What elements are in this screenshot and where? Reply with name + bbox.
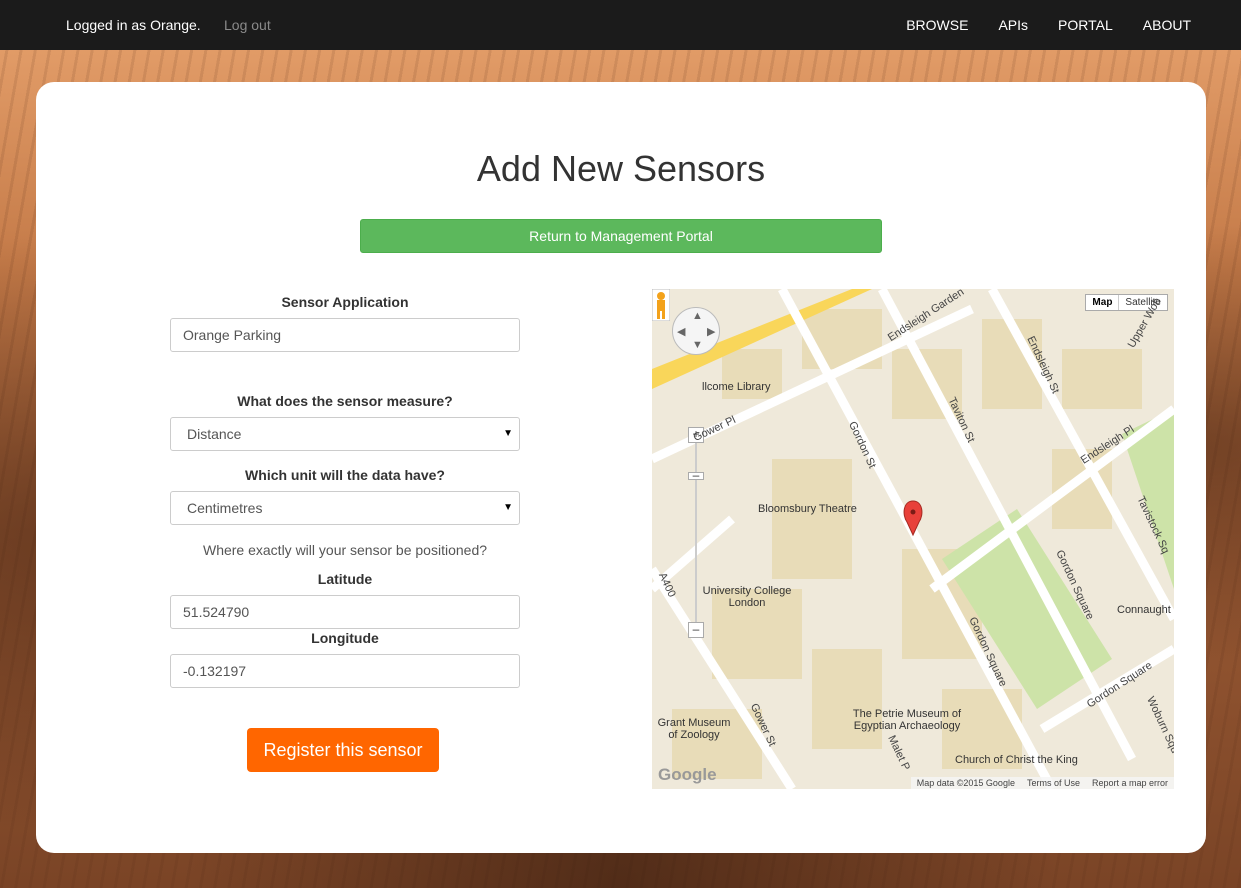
nav-apis[interactable]: APIs	[998, 17, 1028, 33]
nav-browse[interactable]: BROWSE	[906, 17, 968, 33]
register-sensor-button[interactable]: Register this sensor	[247, 728, 439, 772]
logged-in-user: Logged in as Orange.	[66, 17, 201, 33]
measure-select[interactable]: Distance ▼	[170, 417, 520, 451]
zoom-slider-handle[interactable]: –	[688, 469, 704, 481]
map-label-petrie: The Petrie Museum of Egyptian Archaeolog…	[852, 708, 962, 732]
latitude-input[interactable]: 51.524790	[170, 595, 520, 629]
pan-left-icon: ◀	[677, 326, 686, 338]
measure-label: What does the sensor measure?	[237, 393, 453, 409]
page-title: Add New Sensors	[476, 148, 766, 189]
main-card: Add New Sensors Return to Management Por…	[36, 82, 1206, 853]
map-label-church: Church of Christ the King	[955, 754, 1078, 766]
pegman-icon[interactable]	[652, 289, 670, 321]
map-label-library: llcome Library	[702, 381, 771, 393]
top-navbar: Logged in as Orange. Log out BROWSE APIs…	[0, 0, 1241, 50]
unit-value: Centimetres	[187, 500, 263, 516]
caret-down-icon: ▼	[503, 428, 513, 439]
pan-down-icon: ▼	[692, 339, 703, 351]
unit-label: Which unit will the data have?	[245, 467, 445, 483]
map-label-ucl: University College London	[702, 585, 792, 609]
pan-up-icon: ▲	[692, 310, 703, 322]
pan-control[interactable]: ▲ ▼ ◀ ▶	[672, 307, 720, 355]
map-label-theatre: Bloomsbury Theatre	[758, 503, 857, 515]
caret-down-icon: ▼	[503, 502, 513, 513]
app-label: Sensor Application	[281, 294, 409, 310]
map-data-credit: Map data ©2015 Google	[916, 778, 1015, 788]
measure-value: Distance	[187, 426, 242, 442]
map-label-grant: Grant Museum of Zoology	[657, 717, 731, 741]
return-portal-button[interactable]: Return to Management Portal	[360, 219, 882, 253]
google-logo: Google	[658, 765, 717, 784]
map-report-link[interactable]: Report a map error	[1092, 778, 1168, 788]
pan-right-icon: ▶	[707, 326, 716, 338]
nav-links: BROWSE APIs PORTAL ABOUT	[906, 17, 1191, 33]
longitude-label: Longitude	[311, 630, 379, 646]
map-label-connaught: Connaught	[1117, 604, 1171, 616]
unit-select[interactable]: Centimetres ▼	[170, 491, 520, 525]
map-footer: Map data ©2015 Google Terms of Use Repor…	[910, 777, 1174, 789]
zoom-out-button[interactable]: –	[688, 622, 704, 638]
map-terms-link[interactable]: Terms of Use	[1027, 778, 1080, 788]
latitude-label: Latitude	[317, 571, 373, 587]
app-input[interactable]: Orange Parking	[170, 318, 520, 352]
longitude-input[interactable]: -0.132197	[170, 654, 520, 688]
nav-portal[interactable]: PORTAL	[1058, 17, 1113, 33]
logout-link[interactable]: Log out	[224, 17, 271, 33]
location-map[interactable]: Map Satellite ▲ ▼ ◀ ▶ + – – llcome Libra…	[652, 289, 1174, 789]
nav-about[interactable]: ABOUT	[1143, 17, 1191, 33]
position-note: Where exactly will your sensor be positi…	[202, 542, 488, 558]
map-type-map[interactable]: Map	[1086, 295, 1120, 310]
